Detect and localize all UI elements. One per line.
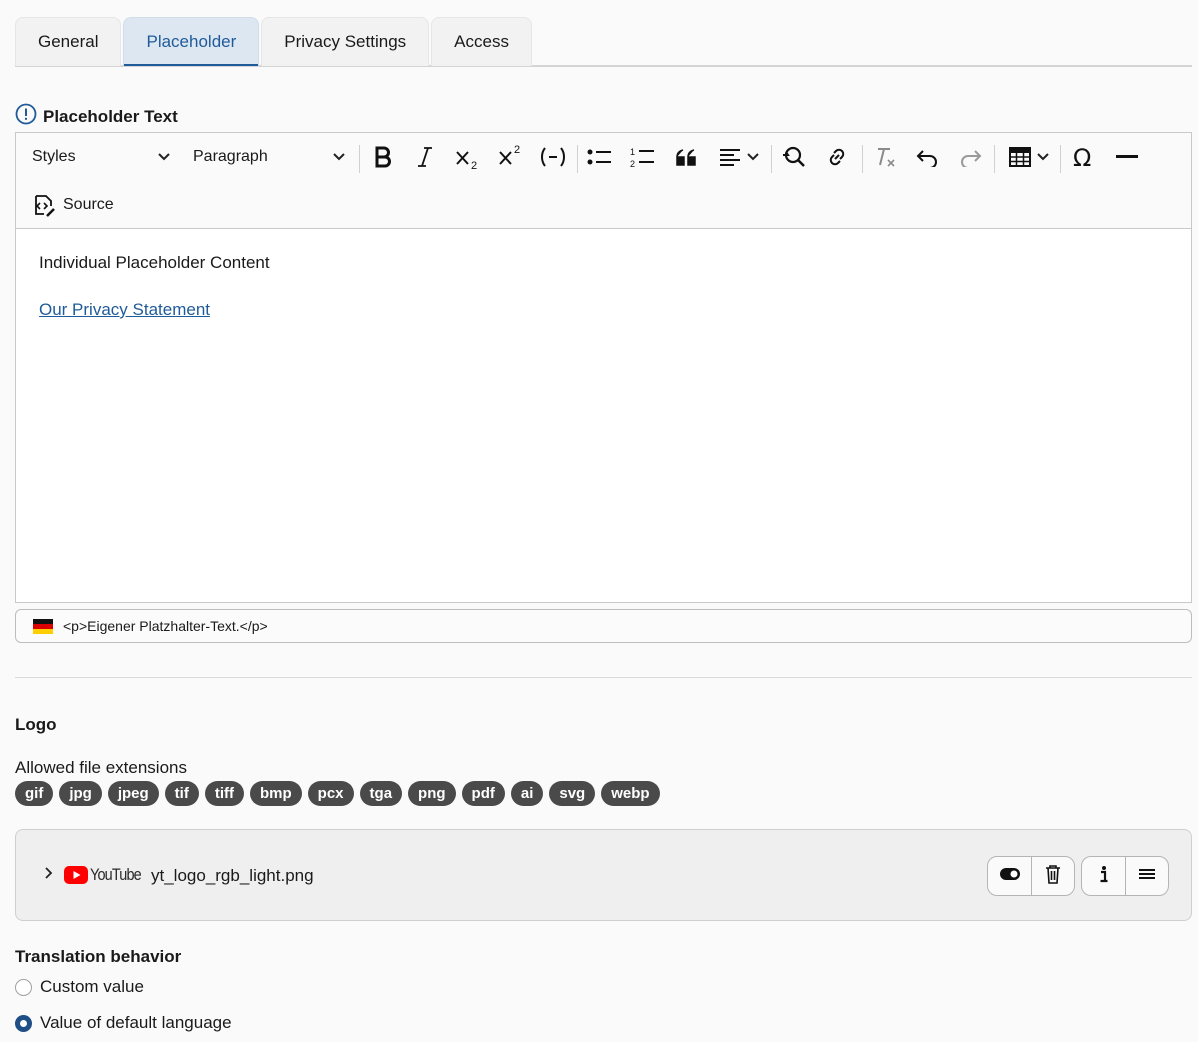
- info-icon[interactable]: [15, 103, 37, 130]
- extension-badge: tiff: [204, 781, 244, 806]
- logo-heading: Logo: [15, 715, 57, 734]
- extension-badge: pcx: [307, 781, 354, 806]
- bold-icon[interactable]: [370, 143, 396, 171]
- editor-toolbar: Styles Paragraph 2 2 12 Ω Source: [16, 133, 1191, 229]
- tab-access[interactable]: Access: [431, 17, 532, 66]
- tab-placeholder[interactable]: Placeholder: [123, 17, 260, 66]
- placeholder-text-title: Placeholder Text: [43, 106, 178, 126]
- editor-paragraph: Individual Placeholder Content: [39, 253, 270, 272]
- chevron-down-icon: [1037, 153, 1049, 161]
- paragraph-dropdown[interactable]: Paragraph: [193, 145, 345, 169]
- file-actions-group: [987, 856, 1075, 896]
- drag-handle-button[interactable]: [1125, 857, 1168, 895]
- find-replace-icon[interactable]: [780, 143, 808, 171]
- editor-content-area[interactable]: Individual Placeholder Content Our Priva…: [16, 229, 1191, 371]
- placeholder-text-heading: Placeholder Text: [15, 103, 178, 130]
- info-icon: [1099, 865, 1109, 888]
- privacy-statement-link[interactable]: Our Privacy Statement: [39, 300, 210, 319]
- blockquote-icon[interactable]: [672, 143, 700, 171]
- tab-privacy-settings[interactable]: Privacy Settings: [261, 17, 430, 66]
- undo-icon[interactable]: [914, 143, 942, 171]
- rich-text-editor: Styles Paragraph 2 2 12 Ω Source Individ…: [15, 132, 1192, 603]
- extension-badge: tga: [359, 781, 403, 806]
- horizontal-line-icon[interactable]: [1113, 143, 1141, 171]
- toggle-visibility-button[interactable]: [988, 857, 1031, 895]
- extension-badges: gif jpg jpeg tif tiff bmp pcx tga png pd…: [15, 781, 660, 806]
- subscript-icon[interactable]: 2: [453, 143, 483, 173]
- tab-general[interactable]: General: [15, 17, 122, 66]
- chevron-right-icon[interactable]: [44, 866, 54, 885]
- translation-preview: <p>Eigener Platzhalter-Text.</p>: [15, 609, 1192, 643]
- extension-badge: jpg: [59, 781, 102, 806]
- info-button[interactable]: [1082, 857, 1125, 895]
- alignment-dropdown[interactable]: [715, 143, 763, 171]
- chevron-down-icon: [333, 153, 345, 161]
- extension-badge: ai: [510, 781, 544, 806]
- svg-text:2: 2: [514, 144, 520, 156]
- radio-button[interactable]: [15, 978, 32, 996]
- chevron-down-icon: [158, 153, 170, 161]
- superscript-icon[interactable]: 2: [496, 141, 526, 171]
- radio-button[interactable]: [15, 1014, 32, 1032]
- source-code-icon: [32, 192, 56, 218]
- svg-text:1: 1: [630, 147, 635, 157]
- extension-badge: pdf: [461, 781, 505, 806]
- radio-label: Value of default language: [40, 1013, 232, 1032]
- redo-icon[interactable]: [956, 143, 984, 171]
- remove-format-icon[interactable]: [872, 143, 900, 171]
- divider: [15, 677, 1192, 678]
- radio-custom-value[interactable]: Custom value: [15, 977, 144, 997]
- paragraph-dropdown-label: Paragraph: [193, 148, 268, 165]
- styles-dropdown[interactable]: Styles: [32, 145, 170, 169]
- extension-badge: webp: [601, 781, 660, 806]
- extension-badge: bmp: [250, 781, 302, 806]
- toggle-icon: [999, 867, 1021, 886]
- italic-icon[interactable]: [412, 143, 438, 171]
- extension-badge: tif: [164, 781, 199, 806]
- extension-badge: svg: [549, 781, 596, 806]
- tab-bar: General Placeholder Privacy Settings Acc…: [15, 17, 1192, 67]
- allowed-extensions-label: Allowed file extensions: [15, 758, 187, 777]
- menu-icon: [1138, 867, 1156, 885]
- radio-default-language-value[interactable]: Value of default language: [15, 1013, 232, 1033]
- german-flag-icon: [33, 618, 53, 634]
- file-reference-card: YouTube yt_logo_rgb_light.png: [15, 829, 1192, 921]
- extension-badge: gif: [15, 781, 54, 806]
- source-label: Source: [63, 196, 114, 213]
- extension-badge: png: [408, 781, 456, 806]
- numbered-list-icon[interactable]: 12: [629, 143, 657, 171]
- translation-preview-text: <p>Eigener Platzhalter-Text.</p>: [63, 618, 268, 634]
- delete-button[interactable]: [1031, 857, 1074, 895]
- svg-text:2: 2: [471, 160, 477, 171]
- trash-icon: [1044, 864, 1062, 889]
- bulleted-list-icon[interactable]: [586, 143, 614, 171]
- table-icon: [1009, 147, 1031, 167]
- source-button[interactable]: Source: [32, 191, 114, 219]
- styles-dropdown-label: Styles: [32, 148, 76, 165]
- radio-label: Custom value: [40, 977, 144, 996]
- svg-text:Ω: Ω: [1073, 146, 1091, 168]
- chevron-down-icon: [747, 153, 759, 161]
- special-characters-icon[interactable]: Ω: [1070, 143, 1098, 171]
- code-icon[interactable]: [538, 143, 568, 171]
- align-left-icon: [719, 148, 741, 166]
- translation-behavior-heading: Translation behavior: [15, 947, 182, 966]
- insert-table-dropdown[interactable]: [1004, 143, 1054, 171]
- file-info-group: [1081, 856, 1169, 896]
- youtube-logo-thumbnail: YouTube: [64, 865, 150, 885]
- link-icon[interactable]: [823, 143, 851, 171]
- extension-badge: jpeg: [107, 781, 159, 806]
- file-name[interactable]: yt_logo_rgb_light.png: [151, 866, 314, 886]
- svg-text:2: 2: [630, 159, 635, 168]
